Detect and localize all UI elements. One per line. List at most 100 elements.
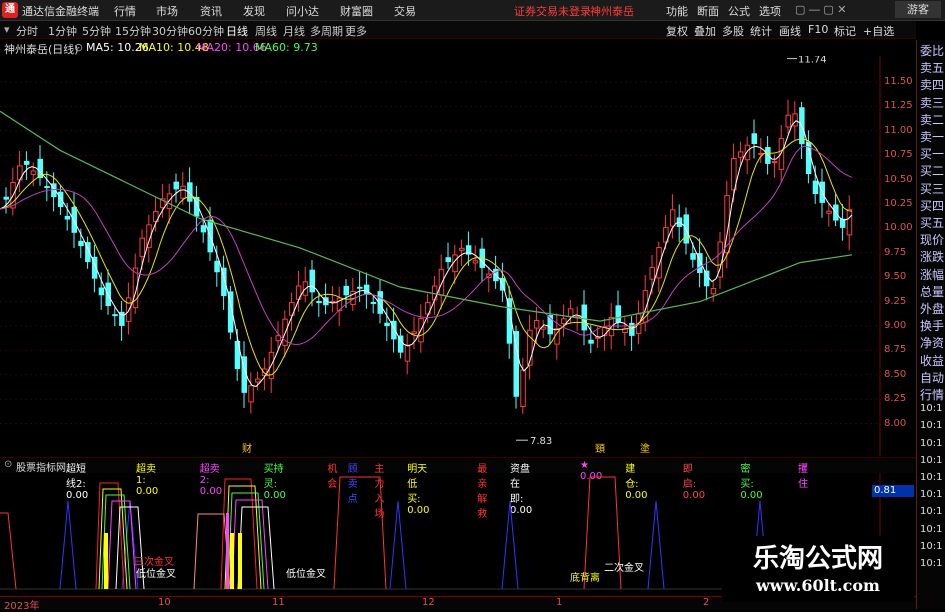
tool-f10[interactable]: F10	[808, 23, 828, 36]
signal-plateau	[0, 512, 17, 590]
tf-daily[interactable]: 日线	[226, 23, 248, 39]
tf-5min[interactable]: 5分钟	[82, 23, 111, 39]
candle-body	[343, 285, 349, 296]
candle-body	[78, 240, 84, 247]
signal-label: 底背离	[570, 571, 600, 584]
oscillator-name[interactable]: 股票指标网	[16, 459, 66, 474]
price-tick-label: 10.25	[884, 198, 913, 209]
tf-1min[interactable]: 1分钟	[48, 23, 77, 39]
signal-cluster	[231, 499, 269, 590]
signal-spike	[501, 500, 519, 590]
quote-field-label: 卖一	[920, 130, 945, 144]
price-tick-label: 8.25	[884, 393, 907, 405]
oscillator-header: ⊙ 股票指标网 超短线2: 0.00 超卖1: 0.00 超卖2: 0.00 买持灵:…	[0, 457, 916, 520]
candle-body	[744, 144, 751, 161]
candle-body	[567, 308, 574, 318]
candle-body	[248, 385, 254, 403]
tool-multi-stock[interactable]: 多股	[722, 23, 744, 39]
date-label: 2023年	[4, 601, 40, 612]
app-logo-icon: 通	[2, 2, 18, 18]
settings-icon[interactable]: ⊙	[74, 41, 83, 54]
stock-name[interactable]: 神州泰岳(日线)	[4, 41, 79, 57]
quote-field-label: 总量	[920, 284, 945, 299]
quote-field-label: 涨跌	[920, 250, 945, 265]
tf-30min[interactable]: 30分钟	[152, 23, 188, 39]
candle-body	[785, 114, 791, 128]
menu-trade[interactable]: 交易	[394, 3, 416, 19]
quote-field-label: 10:1	[920, 523, 943, 535]
tool-stats[interactable]: 统计	[750, 23, 772, 39]
price-tick-label: 9.75	[884, 246, 907, 258]
candle-body	[200, 225, 207, 233]
candle-body	[57, 191, 64, 208]
menu-function[interactable]: 功能	[666, 3, 688, 19]
candle-body	[649, 266, 655, 280]
login-alert[interactable]: 证券交易未登录	[514, 3, 591, 19]
tool-mark[interactable]: 标记	[834, 23, 856, 39]
menu-wealth[interactable]: 财富圈	[340, 3, 373, 19]
tf-weekly[interactable]: 周线	[255, 23, 277, 39]
low-label: 7.83	[530, 436, 552, 447]
menu-options[interactable]: 选项	[759, 3, 781, 19]
quote-field-label: 涨幅	[920, 267, 945, 282]
candle-body	[690, 253, 696, 260]
candle-body	[737, 151, 744, 158]
guest-button[interactable]: 游客	[895, 1, 941, 18]
candle-body	[180, 185, 186, 199]
candle-body	[404, 344, 411, 362]
ma10-line	[0, 138, 853, 376]
candle-body	[520, 369, 526, 407]
price-tick-label: 10.00	[884, 222, 913, 234]
menu-discover[interactable]: 发现	[243, 3, 265, 19]
candle-body	[710, 288, 717, 295]
tf-60min[interactable]: 60分钟	[188, 23, 224, 39]
candle-body	[3, 196, 9, 200]
menu-quotes[interactable]: 行情	[114, 3, 136, 19]
quote-field-label: 委比	[920, 44, 945, 58]
signal-bar	[238, 533, 242, 589]
menu-news[interactable]: 资讯	[200, 3, 222, 19]
candle-body	[703, 270, 710, 287]
candle-body	[445, 257, 451, 263]
tf-monthly[interactable]: 月线	[283, 23, 305, 39]
signal-cluster	[193, 513, 231, 590]
candle-body	[411, 331, 417, 334]
menu-market[interactable]: 市场	[156, 3, 178, 19]
oscillator-value-box: 0.81	[872, 485, 914, 497]
window-controls[interactable]: ▢ ― ▢ ✕	[795, 3, 847, 16]
candle-body	[112, 314, 118, 317]
candle-body	[357, 286, 363, 289]
price-tick-label: 10.75	[884, 149, 913, 161]
price-tick-label: 8.50	[884, 368, 907, 380]
broker-name[interactable]: 神州泰岳	[590, 3, 634, 19]
osc-settings-icon[interactable]: ⊙	[4, 459, 12, 470]
candle-body	[656, 247, 662, 279]
tool-draw[interactable]: 画线	[779, 23, 801, 39]
tool-overlay[interactable]: 叠加	[694, 23, 716, 39]
quote-field-label: 10:1	[920, 454, 943, 466]
signal-bar	[226, 513, 229, 589]
tf-intraday[interactable]: 分时	[16, 23, 38, 39]
event-mark: 塗	[640, 442, 650, 455]
tool-restore-rights[interactable]: 复权	[666, 23, 688, 39]
menu-section[interactable]: 断面	[697, 3, 719, 19]
candle-body	[561, 318, 567, 325]
candle-body	[370, 301, 377, 304]
candle-body	[812, 180, 819, 195]
tool-add-watchlist[interactable]: +自选	[863, 23, 894, 39]
price-tick-label: 9.25	[884, 295, 907, 307]
candlestick-chart[interactable]: 11.74 7.83 财 頸 塗	[0, 56, 916, 456]
candle-body	[588, 339, 594, 344]
watermark-title: 乐淘公式网	[752, 544, 883, 574]
price-tick-label: 8.00	[884, 417, 907, 429]
candle-body	[316, 301, 322, 304]
menu-wenxiaoda[interactable]: 问小达	[286, 3, 319, 19]
tf-multi[interactable]: 多周期	[310, 23, 343, 39]
candle-body	[275, 335, 281, 342]
high-label: 11.74	[798, 56, 827, 66]
chevron-down-icon[interactable]: ▾	[4, 23, 10, 36]
date-label: 1	[556, 597, 563, 608]
menu-formula[interactable]: 公式	[728, 3, 750, 19]
tf-more[interactable]: 更多	[345, 23, 367, 39]
tf-15min[interactable]: 15分钟	[115, 23, 151, 39]
